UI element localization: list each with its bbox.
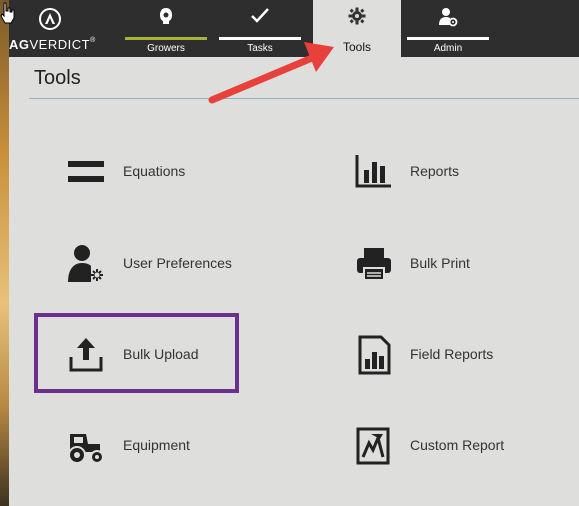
tool-equipment-label: Equipment	[123, 437, 190, 453]
logo-bold-text: AG	[9, 37, 30, 52]
background-photo-strip	[0, 0, 9, 506]
report-chart-icon	[354, 335, 394, 375]
logo-registered-mark: ®	[90, 37, 96, 44]
grower-head-icon	[125, 7, 207, 29]
tool-user-preferences-label: User Preferences	[123, 255, 232, 271]
admin-tab-underline	[407, 37, 489, 40]
tool-bulk-print-label: Bulk Print	[410, 255, 470, 271]
tool-reports-label: Reports	[410, 163, 460, 179]
tool-equations-label: Equations	[123, 163, 186, 179]
agverdict-logo-icon	[39, 8, 61, 30]
page-title: Tools	[34, 67, 81, 89]
custom-report-icon	[354, 426, 394, 466]
nav-tab-growers-label: Growers	[147, 43, 185, 54]
growers-tab-underline	[125, 37, 207, 40]
upload-icon	[66, 335, 106, 375]
nav-tab-admin[interactable]: Admin	[407, 0, 489, 57]
app-window: AGVERDICT® Growers Tasks Tools Admin Too…	[9, 0, 579, 506]
brand-logo[interactable]: AGVERDICT®	[9, 37, 96, 52]
equals-icon	[66, 152, 106, 192]
tractor-icon	[66, 426, 106, 466]
gear-icon	[313, 7, 401, 29]
nav-tab-admin-label: Admin	[433, 43, 463, 54]
nav-tab-growers[interactable]: Growers	[125, 0, 207, 57]
checkmark-icon	[219, 7, 301, 29]
hand-cursor-icon	[0, 2, 15, 24]
printer-icon	[354, 244, 394, 284]
user-gear-icon	[66, 244, 106, 284]
annotation-arrow-icon	[208, 42, 334, 104]
tool-bulk-upload-label: Bulk Upload	[123, 346, 199, 362]
bar-chart-icon	[354, 152, 394, 192]
admin-user-gear-icon	[407, 7, 489, 29]
tool-field-reports-label: Field Reports	[410, 346, 494, 362]
tool-custom-report-label: Custom Report	[410, 437, 505, 453]
logo-rest-text: VERDICT	[29, 37, 91, 52]
